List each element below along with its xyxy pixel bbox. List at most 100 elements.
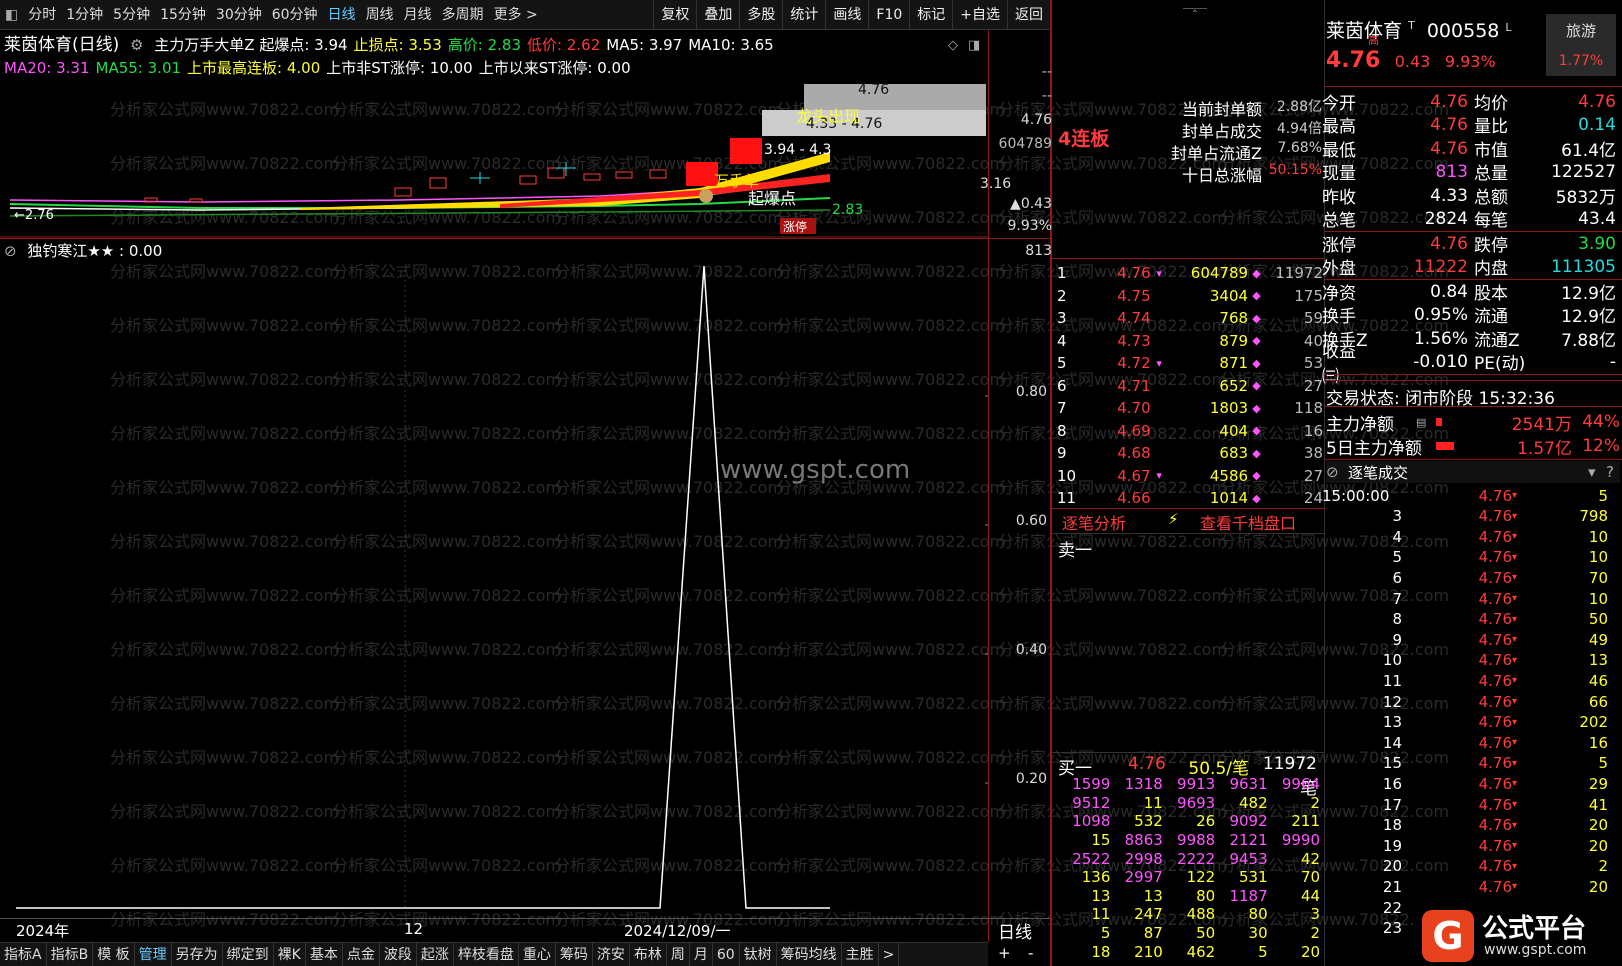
quote-label: 总笔 [1322, 211, 1356, 232]
tick-time: 8 [1392, 610, 1402, 629]
indicator-tab[interactable]: 另存为 [172, 942, 223, 966]
order-book-row[interactable]: 5 4.72 ▾ 871 ◆ 53 [1057, 352, 1323, 375]
indicator-tab[interactable]: 绑定到 [223, 942, 274, 966]
indicator-tab[interactable]: 周 [667, 942, 690, 966]
indicator-tab[interactable]: 波段 [380, 942, 417, 966]
tool-button[interactable]: +自选 [952, 0, 1007, 30]
indicator-tab[interactable]: 点金 [343, 942, 380, 966]
filter-icon[interactable]: ▾ [1588, 463, 1606, 481]
tool-button[interactable]: 叠加 [696, 0, 739, 30]
order-book-row[interactable]: 1 4.76 ▾ 604789 ◆ 11972 [1057, 262, 1323, 285]
order-book-row[interactable]: 8 4.69 404 ◆ 16 [1057, 420, 1323, 443]
indicator-tab[interactable]: 管理 [135, 942, 172, 966]
zoom-out-button[interactable]: - [1028, 944, 1033, 962]
xaxis-label: 12 [404, 920, 424, 938]
header-value: 高价: 2.83 [447, 36, 522, 54]
down-arrow-icon: ▾ [1512, 613, 1518, 625]
period-tab[interactable]: 60分钟 [267, 0, 323, 30]
indicator-tab[interactable]: 重心 [519, 942, 556, 966]
period-tab-daily[interactable]: 日线 [323, 0, 361, 30]
period-tab[interactable]: 1分钟 [61, 0, 108, 30]
collapse-up-icon[interactable]: ⌃ [1183, 8, 1207, 20]
diamond-icon: ◆ [1252, 266, 1261, 280]
collapse-icon[interactable]: ⊘ [4, 242, 17, 260]
back-button[interactable]: 返回 [1007, 0, 1050, 30]
period-tab[interactable]: 周线 [361, 0, 399, 30]
more-periods-button[interactable]: 更多 > [489, 0, 543, 30]
level-volume: 4586 [1209, 466, 1249, 485]
order-book-row[interactable]: 11 4.66 1014 ◆ 24 [1057, 487, 1323, 510]
order-book-row[interactable]: 9 4.68 683 ◆ 38 [1057, 442, 1323, 465]
level-volume: 1014 [1209, 489, 1249, 508]
indicator-title: 独钓寒江★★ : 0.00 [27, 242, 163, 260]
period-tab[interactable]: 15分钟 [155, 0, 211, 30]
level-price: 4.68 [1117, 444, 1151, 463]
sector-badge[interactable]: 旅游 1.77% [1546, 14, 1616, 76]
collapse-icon[interactable]: ⊘ [1326, 463, 1348, 481]
tool-button[interactable]: 复权 [653, 0, 696, 30]
kline-chart[interactable]: 4.76 4.33 - 4.76 龙头出现 3.94 - 4.3 万手单 起爆点… [0, 80, 988, 238]
indicator-tab[interactable]: 指标A [0, 942, 47, 966]
indicator-tab[interactable]: 主胜 [842, 942, 879, 966]
indicator-tab[interactable]: 60 [713, 942, 740, 966]
tick-time: 10 [1382, 651, 1402, 670]
indicator-tab[interactable]: 济安 [593, 942, 630, 966]
panel-toggle-icon[interactable]: ◨ [968, 38, 980, 53]
level-number: 10 [1057, 466, 1077, 485]
diamond-icon[interactable]: ◇ [948, 38, 958, 53]
quote-label: 总量 [1474, 164, 1508, 185]
order-book-row[interactable]: 6 4.71 652 ◆ 27 [1057, 375, 1323, 398]
period-tab[interactable]: 5分钟 [108, 0, 155, 30]
indicator-tab[interactable]: 月 [690, 942, 713, 966]
quote-label: 跌停 [1474, 236, 1508, 257]
tick-row: 8 4.76 ▾ 50 [1322, 609, 1617, 630]
zoom-in-button[interactable]: + [998, 944, 1011, 962]
indicator-tab[interactable]: 起涨 [417, 942, 454, 966]
indicator-tab[interactable]: 筹码 [556, 942, 593, 966]
settings-icon[interactable]: ⚙ [130, 36, 143, 54]
order-book-row[interactable]: 4 4.73 879 ◆ 40 [1057, 330, 1323, 353]
order-book-row[interactable]: 2 4.75 3404 ◆ 175 [1057, 285, 1323, 308]
order-book-row[interactable]: 7 4.70 1803 ◆ 118 [1057, 397, 1323, 420]
tool-button[interactable]: 多股 [739, 0, 782, 30]
window-icon[interactable]: ◧ [0, 0, 23, 30]
indicator-tab[interactable]: 梓枝看盘 [454, 942, 519, 966]
indicator-tab[interactable]: 钛树 [740, 942, 777, 966]
period-tab[interactable]: 多周期 [437, 0, 489, 30]
indicator-tab[interactable]: 基本 [306, 942, 343, 966]
indicator-tab[interactable]: 裸K [274, 942, 306, 966]
queue-cell: 5 [1258, 942, 1268, 961]
indicator-tab[interactable]: 布林 [630, 942, 667, 966]
indicator-tab[interactable]: > [879, 942, 900, 966]
queue-cell: 136 [1081, 868, 1111, 887]
tick-time: 19 [1382, 836, 1402, 855]
info-icon[interactable]: ▤ [1416, 416, 1436, 429]
tool-button[interactable]: 画线 [825, 0, 868, 30]
order-book-row[interactable]: 10 4.67 ▾ 4586 ◆ 27 [1057, 465, 1323, 488]
indicator-tab[interactable]: 模 板 [93, 942, 135, 966]
indicator-tab[interactable]: 指标B [47, 942, 94, 966]
tool-button[interactable]: 统计 [782, 0, 825, 30]
flag-icon: ▾ [1156, 469, 1162, 483]
period-tab[interactable]: 30分钟 [211, 0, 267, 30]
queue-cell: 2997 [1124, 868, 1163, 887]
quote-value: 0.95% [1413, 304, 1468, 325]
tool-button[interactable]: F10 [868, 0, 909, 30]
order-book-row[interactable]: 3 4.74 768 ◆ 59 [1057, 307, 1323, 330]
tick-volume: 49 [1588, 630, 1608, 649]
tick-time: 4 [1392, 527, 1402, 546]
view-order-book-button[interactable]: 查看千档盘口 [1200, 510, 1296, 534]
period-tab[interactable]: 月线 [399, 0, 437, 30]
chart-header-line1: 莱茵体育(日线) ⚙ 主力万手大单Z 起爆点: 3.94 止损点: 3.53 高价:… [4, 34, 989, 56]
tab-tick-analysis[interactable]: 逐笔分析 [1062, 510, 1126, 534]
help-icon[interactable]: ? [1606, 463, 1620, 481]
period-tab[interactable]: 分时 [23, 0, 61, 30]
indicator-tab[interactable]: 筹码均线 [777, 942, 842, 966]
indicator-chart[interactable] [0, 260, 988, 912]
level-price: 4.66 [1117, 489, 1151, 508]
down-arrow-icon: ▾ [1512, 819, 1518, 831]
logo-icon: G [1422, 910, 1474, 962]
queue-cell: 1318 [1124, 775, 1163, 794]
tool-button[interactable]: 标记 [909, 0, 952, 30]
level-volume: 871 [1219, 354, 1249, 373]
